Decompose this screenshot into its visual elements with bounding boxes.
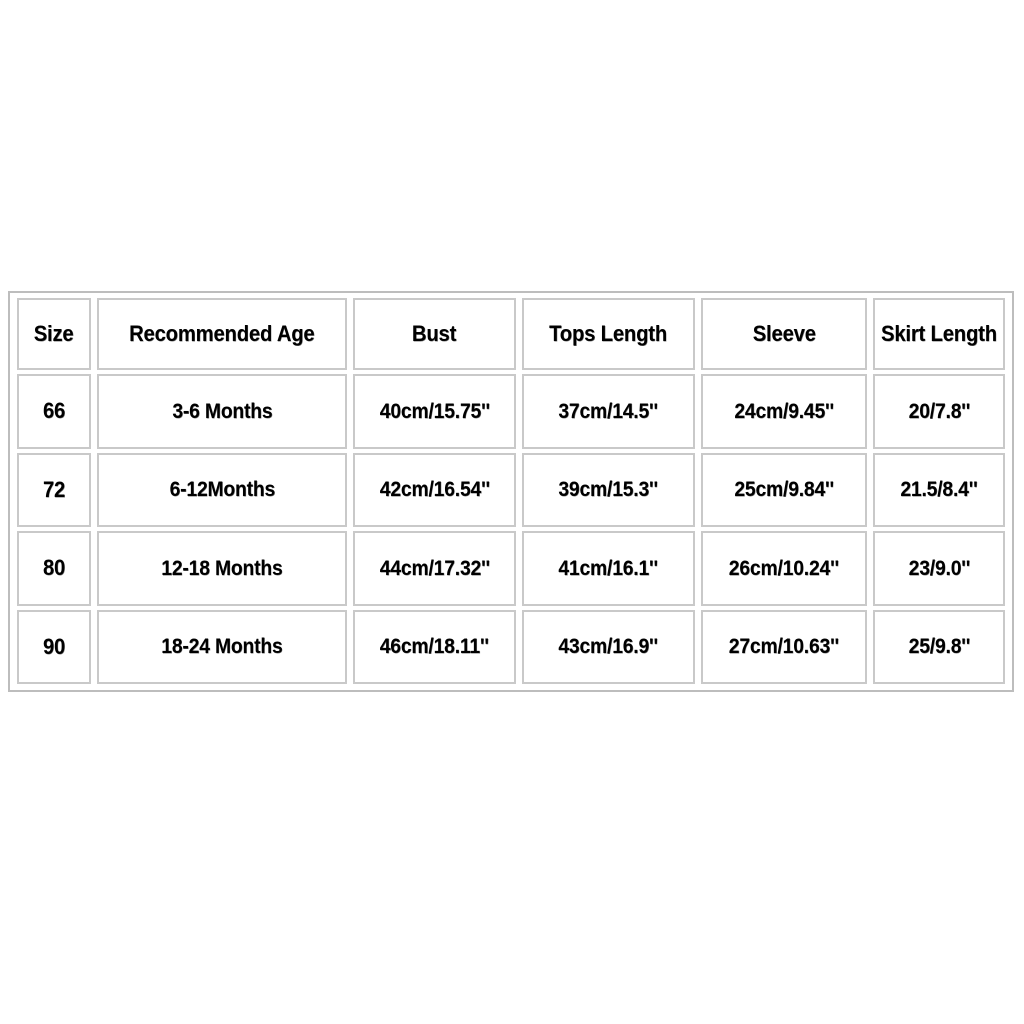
cell-value-size: 90 — [42, 633, 66, 659]
cell-value-tops-length: 39cm/15.3'' — [558, 478, 659, 502]
cell-sleeve: 26cm/10.24'' — [701, 531, 867, 606]
cell-bust: 42cm/16.54'' — [353, 452, 516, 527]
cell-sleeve: 24cm/9.45'' — [701, 374, 867, 449]
cell-value-skirt-length: 20/7.8'' — [908, 399, 970, 423]
header-cell-recommended-age: Recommended Age — [97, 298, 347, 370]
cell-value-sleeve: 26cm/10.24'' — [728, 556, 840, 580]
cell-bust: 46cm/18.11'' — [353, 609, 516, 684]
header-cell-bust: Bust — [353, 298, 516, 370]
cell-value-bust: 44cm/17.32'' — [379, 556, 490, 580]
cell-value-bust: 42cm/16.54'' — [379, 478, 490, 502]
cell-value-size: 80 — [42, 555, 66, 581]
cell-recommended-age: 12-18 Months — [97, 531, 347, 606]
cell-value-recommended-age: 12-18 Months — [161, 556, 283, 580]
size-chart-body: Size Recommended Age Bust Tops Length Sl… — [10, 293, 1012, 690]
cell-skirt-length: 20/7.8'' — [873, 374, 1005, 449]
cell-value-sleeve: 25cm/9.84'' — [734, 478, 834, 502]
cell-value-tops-length: 37cm/14.5'' — [558, 399, 659, 423]
table-row: 80 12-18 Months 44cm/17.32'' 41cm/16.1''… — [14, 529, 1008, 608]
header-cell-size: Size — [17, 298, 91, 370]
header-label-skirt-length: Skirt Length — [881, 320, 997, 346]
cell-value-tops-length: 41cm/16.1'' — [558, 556, 659, 580]
cell-size: 72 — [17, 452, 91, 527]
cell-value-sleeve: 27cm/10.63'' — [728, 635, 840, 659]
cell-size: 66 — [17, 374, 91, 449]
cell-size: 90 — [17, 609, 91, 684]
cell-value-recommended-age: 6-12Months — [169, 478, 275, 502]
header-label-size: Size — [34, 320, 74, 346]
table-row: 66 3-6 Months 40cm/15.75'' 37cm/14.5'' 2… — [14, 372, 1008, 451]
cell-sleeve: 27cm/10.63'' — [701, 609, 867, 684]
header-cell-sleeve: Sleeve — [701, 298, 867, 370]
cell-value-recommended-age: 18-24 Months — [161, 635, 283, 659]
cell-recommended-age: 18-24 Months — [97, 609, 347, 684]
header-label-bust: Bust — [412, 320, 457, 346]
cell-value-size: 66 — [42, 398, 66, 424]
cell-value-skirt-length: 21.5/8.4'' — [900, 478, 978, 502]
table-row: 90 18-24 Months 46cm/18.11'' 43cm/16.9''… — [14, 608, 1008, 687]
cell-sleeve: 25cm/9.84'' — [701, 452, 867, 527]
header-label-sleeve: Sleeve — [752, 320, 816, 346]
cell-value-recommended-age: 3-6 Months — [171, 399, 273, 423]
header-label-tops-length: Tops Length — [549, 320, 668, 346]
header-cell-skirt-length: Skirt Length — [873, 298, 1005, 370]
size-chart-table: Size Recommended Age Bust Tops Length Sl… — [8, 291, 1014, 692]
header-label-recommended-age: Recommended Age — [129, 320, 315, 346]
cell-value-sleeve: 24cm/9.45'' — [734, 399, 834, 423]
cell-value-skirt-length: 23/9.0'' — [908, 556, 970, 580]
cell-recommended-age: 6-12Months — [97, 452, 347, 527]
cell-value-bust: 46cm/18.11'' — [379, 635, 490, 659]
table-header-row: Size Recommended Age Bust Tops Length Sl… — [14, 296, 1008, 372]
cell-bust: 44cm/17.32'' — [353, 531, 516, 606]
cell-bust: 40cm/15.75'' — [353, 374, 516, 449]
cell-size: 80 — [17, 531, 91, 606]
cell-skirt-length: 25/9.8'' — [873, 609, 1005, 684]
cell-value-bust: 40cm/15.75'' — [379, 399, 490, 423]
cell-tops-length: 41cm/16.1'' — [522, 531, 695, 606]
cell-value-skirt-length: 25/9.8'' — [908, 635, 970, 659]
header-cell-tops-length: Tops Length — [522, 298, 695, 370]
cell-value-tops-length: 43cm/16.9'' — [558, 635, 659, 659]
table-row: 72 6-12Months 42cm/16.54'' 39cm/15.3'' 2… — [14, 451, 1008, 530]
cell-skirt-length: 21.5/8.4'' — [873, 452, 1005, 527]
cell-tops-length: 43cm/16.9'' — [522, 609, 695, 684]
cell-skirt-length: 23/9.0'' — [873, 531, 1005, 606]
cell-tops-length: 37cm/14.5'' — [522, 374, 695, 449]
cell-value-size: 72 — [42, 476, 66, 502]
cell-tops-length: 39cm/15.3'' — [522, 452, 695, 527]
cell-recommended-age: 3-6 Months — [97, 374, 347, 449]
